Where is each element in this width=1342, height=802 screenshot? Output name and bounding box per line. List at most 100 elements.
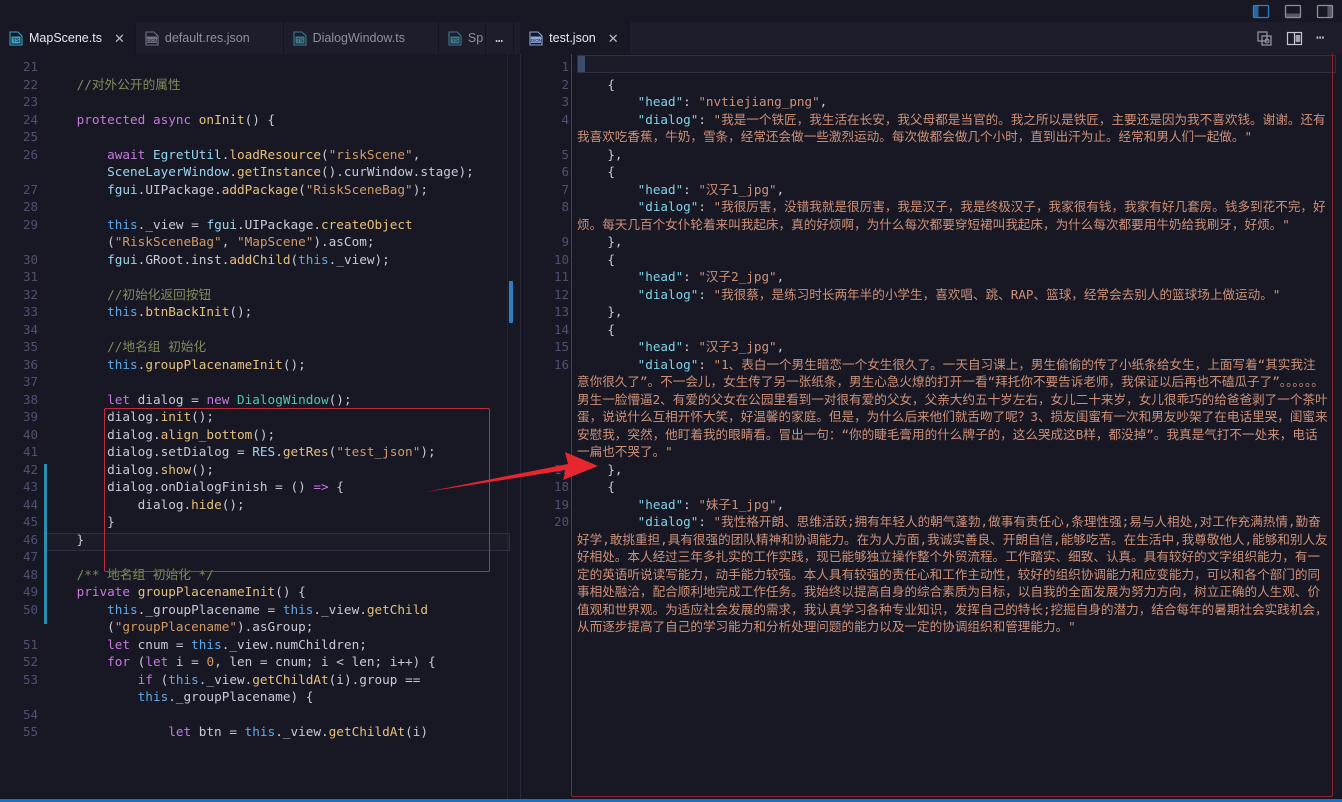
code-line[interactable] — [46, 93, 520, 111]
panel-bottom-icon[interactable] — [1284, 4, 1302, 19]
line-number: 43 — [22, 479, 38, 494]
code-line[interactable]: //地名组 初始化 — [46, 338, 520, 356]
code-line[interactable]: await EgretUtil.loadResource("riskScene"… — [46, 146, 520, 164]
tab-sp-ts[interactable]: TS Sp — [439, 22, 487, 54]
split-editor-right-icon[interactable] — [1286, 30, 1303, 47]
code-line[interactable]: let cnum = this._view.numChildren; — [46, 636, 520, 654]
tab-dialogwindow-ts[interactable]: TS DialogWindow.ts ✕ — [284, 22, 439, 54]
code-line[interactable]: { — [577, 251, 1328, 269]
svg-text:TS: TS — [12, 38, 19, 44]
code-line[interactable]: "dialog": "我性格开朗、思维活跃;拥有年轻人的朝气蓬勃,做事有责任心,… — [577, 513, 1328, 636]
tab-close-icon[interactable]: ✕ — [262, 32, 273, 45]
line-number: 27 — [22, 181, 38, 197]
code-line[interactable]: private groupPlacenameInit() { — [46, 583, 520, 601]
code-line[interactable]: dialog.hide(); — [46, 496, 520, 514]
scrollbar-thumb-left[interactable] — [509, 281, 513, 323]
code-line[interactable]: this._groupPlacename = this._view.getChi… — [46, 601, 520, 619]
line-number: 9 — [561, 234, 569, 249]
code-line[interactable] — [46, 58, 520, 76]
code-line[interactable]: "dialog": "我是一个铁匠，我生活在长安，我父母都是当官的。我之所以是铁… — [577, 111, 1328, 146]
tab-close-icon[interactable]: ✕ — [114, 32, 125, 45]
tab-test-json[interactable]: JSON test.json ✕ — [520, 22, 630, 54]
json-file-icon: JSON — [529, 30, 543, 46]
editor-pane-mapscene[interactable]: 21 22 23 24 25 26 27 28 29 30 31 32 33 34 35 36 37 38 39 40… — [0, 54, 520, 799]
code-line[interactable] — [46, 373, 520, 391]
line-number: 38 — [22, 391, 38, 407]
code-content-left[interactable]: //对外公开的属性 protected async onInit() { awa… — [46, 54, 520, 799]
code-line[interactable]: this.groupPlacenameInit(); — [46, 356, 520, 374]
code-line[interactable]: if (this._view.getChildAt(i).group == — [46, 671, 520, 689]
tab-mapscene-ts[interactable]: TS MapScene.ts ✕ — [0, 22, 136, 54]
code-line[interactable]: ("groupPlacename").asGroup; — [46, 618, 520, 636]
line-number: 13 — [553, 304, 569, 319]
code-line[interactable]: SceneLayerWindow.getInstance().curWindow… — [46, 163, 520, 181]
code-line[interactable]: //对外公开的属性 — [46, 76, 520, 94]
code-line[interactable]: for (let i = 0, len = cnum; i < len; i++… — [46, 653, 520, 671]
code-line[interactable]: }, — [577, 233, 1328, 251]
tab-close-icon[interactable]: ✕ — [608, 32, 619, 45]
code-line[interactable]: protected async onInit() { — [46, 111, 520, 129]
code-line[interactable]: this._groupPlacename) { — [46, 688, 520, 706]
code-line[interactable]: } — [46, 513, 520, 531]
line-number: 37 — [22, 374, 38, 389]
line-number-gutter-left: 21 22 23 24 25 26 27 28 29 30 31 32 33 34 35 36 37 38 39 40… — [0, 54, 46, 799]
code-line[interactable]: dialog.align_bottom(); — [46, 426, 520, 444]
tab-default-res-json[interactable]: JSON default.res.json ✕ — [136, 22, 284, 54]
code-line[interactable]: "head": "妹子1_jpg", — [577, 496, 1328, 514]
code-line[interactable]: }, — [577, 303, 1328, 321]
code-line[interactable]: dialog.init(); — [46, 408, 520, 426]
code-line[interactable] — [46, 321, 520, 339]
code-line[interactable] — [46, 706, 520, 724]
code-line[interactable]: "dialog": "我很蔡，是练习时长两年半的小学生，喜欢唱、跳、RAP、篮球… — [577, 286, 1328, 304]
code-line[interactable]: "dialog": "1、表白一个男生暗恋一个女生很久了。一天自习课上，男生偷偷… — [577, 356, 1328, 461]
line-number: 45 — [22, 514, 38, 529]
code-line[interactable]: }, — [577, 461, 1328, 479]
code-line[interactable]: this._view = fgui.UIPackage.createObject — [46, 216, 520, 234]
code-line[interactable]: }, — [577, 146, 1328, 164]
code-line[interactable]: { — [577, 163, 1328, 181]
code-line[interactable]: dialog.show(); — [46, 461, 520, 479]
editor-pane-testjson[interactable]: 1234567891011121314151617181920 [ { "hea… — [520, 54, 1342, 799]
code-line[interactable]: { — [577, 76, 1328, 94]
code-line[interactable]: fgui.UIPackage.addPackage("RiskSceneBag"… — [46, 181, 520, 199]
code-line[interactable] — [46, 268, 520, 286]
code-line[interactable]: dialog.onDialogFinish = () => { — [46, 478, 520, 496]
code-line[interactable]: "head": "汉子1_jpg", — [577, 181, 1328, 199]
tab-overflow-icon[interactable]: … — [486, 22, 515, 54]
code-line[interactable]: let btn = this._view.getChildAt(i) — [46, 723, 520, 741]
line-number: 11 — [553, 269, 569, 284]
split-editor-down-icon[interactable] — [1256, 30, 1273, 47]
code-line[interactable]: "head": "nvtiejiang_png", — [577, 93, 1328, 111]
line-number: 8 — [561, 199, 569, 214]
code-line[interactable] — [46, 198, 520, 216]
line-number: 52 — [22, 654, 38, 669]
line-number: 23 — [22, 94, 38, 109]
code-line[interactable]: "dialog": "我很厉害，没错我就是很厉害，我是汉子，我是终极汉子，我家很… — [577, 198, 1328, 233]
line-number: 30 — [22, 251, 38, 267]
code-line[interactable]: "head": "汉子2_jpg", — [577, 268, 1328, 286]
tab-close-icon[interactable]: ✕ — [417, 32, 428, 45]
code-line[interactable]: fgui.GRoot.inst.addChild(this._view); — [46, 251, 520, 269]
code-content-right[interactable]: [ { "head": "nvtiejiang_png", "dialog": … — [577, 54, 1342, 799]
line-number: 15 — [553, 339, 569, 354]
panel-right-icon[interactable] — [1316, 4, 1334, 19]
code-line[interactable]: //初始化返回按钮 — [46, 286, 520, 304]
line-number: 33 — [22, 304, 38, 319]
more-actions-icon[interactable]: ⋯ — [1316, 30, 1333, 47]
code-line[interactable]: this.btnBackInit(); — [46, 303, 520, 321]
code-line[interactable]: "head": "汉子3_jpg", — [577, 338, 1328, 356]
code-line[interactable]: { — [577, 478, 1328, 496]
line-number: 39 — [22, 409, 38, 424]
code-line[interactable] — [46, 128, 520, 146]
code-line[interactable] — [46, 548, 520, 566]
line-number: 31 — [22, 269, 38, 284]
editor-actions: ⋯ — [1256, 22, 1342, 54]
line-number: 47 — [22, 549, 38, 564]
code-line[interactable]: ("RiskSceneBag", "MapScene").asCom; — [46, 233, 520, 251]
code-line[interactable]: let dialog = new DialogWindow(); — [46, 391, 520, 409]
code-line[interactable]: /** 地名组 初始化 */ — [46, 566, 520, 584]
code-line[interactable]: dialog.setDialog = RES.getRes("test_json… — [46, 443, 520, 461]
panel-left-icon[interactable] — [1252, 4, 1270, 19]
code-line[interactable]: { — [577, 321, 1328, 339]
line-number: 19 — [553, 496, 569, 512]
